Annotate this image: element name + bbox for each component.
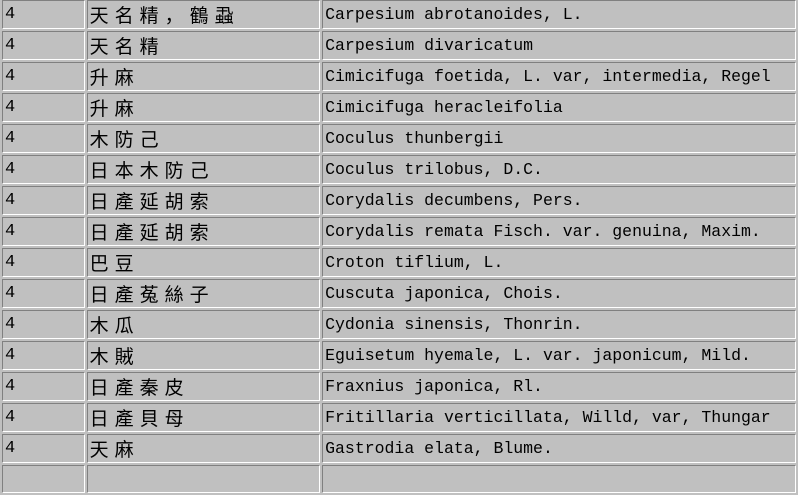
table-row: 4 天名精，鶴蝨 Carpesium abrotanoides, L. [2, 0, 796, 29]
herb-table-body: 4 天名精，鶴蝨 Carpesium abrotanoides, L. 4 天名精 Car… [2, 0, 796, 493]
japanese-name-cell: 日產菟絲子 [86, 279, 321, 308]
latin-name-cell: Fritillaria verticillata, Willd, var, Th… [322, 403, 796, 432]
latin-name-cell: Coculus thunbergii [322, 124, 796, 153]
latin-name-cell: Corydalis remata Fisch. var. genuina, Ma… [322, 217, 796, 246]
row-number-cell [2, 465, 85, 493]
japanese-name-cell: 天名精，鶴蝨 [86, 0, 321, 29]
table-row: 4 木瓜 Cydonia sinensis, Thonrin. [2, 310, 796, 339]
row-number-cell: 4 [2, 186, 85, 215]
row-number-cell: 4 [2, 310, 85, 339]
japanese-name-cell: 木賊 [86, 341, 321, 370]
latin-name-cell: Gastrodia elata, Blume. [322, 434, 796, 463]
latin-name-cell: Eguisetum hyemale, L. var. japonicum, Mi… [322, 341, 796, 370]
japanese-name-cell: 日產秦皮 [86, 372, 321, 401]
latin-name-cell: Cuscuta japonica, Chois. [322, 279, 796, 308]
latin-name-cell: Cimicifuga foetida, L. var, intermedia, … [322, 62, 796, 91]
table-row: 4 日本木防己 Coculus trilobus, D.C. [2, 155, 796, 184]
table-row: 4 升麻 Cimicifuga heracleifolia [2, 93, 796, 122]
japanese-name-cell: 升麻 [86, 93, 321, 122]
latin-name-cell: Carpesium abrotanoides, L. [322, 0, 796, 29]
latin-name-cell: Coculus trilobus, D.C. [322, 155, 796, 184]
row-number-cell: 4 [2, 279, 85, 308]
latin-name-cell: Cydonia sinensis, Thonrin. [322, 310, 796, 339]
japanese-name-cell: 天名精 [86, 31, 321, 60]
table-row: 4 日產菟絲子 Cuscuta japonica, Chois. [2, 279, 796, 308]
row-number-cell: 4 [2, 0, 85, 29]
japanese-name-cell [86, 465, 321, 493]
row-number-cell: 4 [2, 434, 85, 463]
table-row: 4 木賊 Eguisetum hyemale, L. var. japonicum,… [2, 341, 796, 370]
japanese-name-cell: 升麻 [86, 62, 321, 91]
table-row: 4 巴豆 Croton tiflium, L. [2, 248, 796, 277]
japanese-name-cell: 日產延胡索 [86, 217, 321, 246]
row-number-cell: 4 [2, 341, 85, 370]
row-number-cell: 4 [2, 403, 85, 432]
table-row: 4 日產延胡索 Corydalis remata Fisch. var. genui… [2, 217, 796, 246]
row-number-cell: 4 [2, 248, 85, 277]
row-number-cell: 4 [2, 93, 85, 122]
latin-name-cell [322, 465, 796, 493]
table-row [2, 465, 796, 493]
table-row: 4 日產延胡索 Corydalis decumbens, Pers. [2, 186, 796, 215]
japanese-name-cell: 日產貝母 [86, 403, 321, 432]
japanese-name-cell: 木防己 [86, 124, 321, 153]
table-row: 4 日產貝母 Fritillaria verticillata, Willd, va… [2, 403, 796, 432]
row-number-cell: 4 [2, 124, 85, 153]
table-row: 4 木防己 Coculus thunbergii [2, 124, 796, 153]
latin-name-cell: Croton tiflium, L. [322, 248, 796, 277]
latin-name-cell: Carpesium divaricatum [322, 31, 796, 60]
row-number-cell: 4 [2, 31, 85, 60]
japanese-name-cell: 木瓜 [86, 310, 321, 339]
latin-name-cell: Fraxnius japonica, Rl. [322, 372, 796, 401]
herb-table: 4 天名精，鶴蝨 Carpesium abrotanoides, L. 4 天名精 Car… [0, 0, 798, 495]
latin-name-cell: Corydalis decumbens, Pers. [322, 186, 796, 215]
row-number-cell: 4 [2, 62, 85, 91]
japanese-name-cell: 日產延胡索 [86, 186, 321, 215]
table-row: 4 天名精 Carpesium divaricatum [2, 31, 796, 60]
japanese-name-cell: 巴豆 [86, 248, 321, 277]
table-row: 4 天麻 Gastrodia elata, Blume. [2, 434, 796, 463]
row-number-cell: 4 [2, 155, 85, 184]
japanese-name-cell: 日本木防己 [86, 155, 321, 184]
table-row: 4 升麻 Cimicifuga foetida, L. var, intermedi… [2, 62, 796, 91]
row-number-cell: 4 [2, 372, 85, 401]
latin-name-cell: Cimicifuga heracleifolia [322, 93, 796, 122]
row-number-cell: 4 [2, 217, 85, 246]
table-row: 4 日產秦皮 Fraxnius japonica, Rl. [2, 372, 796, 401]
japanese-name-cell: 天麻 [86, 434, 321, 463]
